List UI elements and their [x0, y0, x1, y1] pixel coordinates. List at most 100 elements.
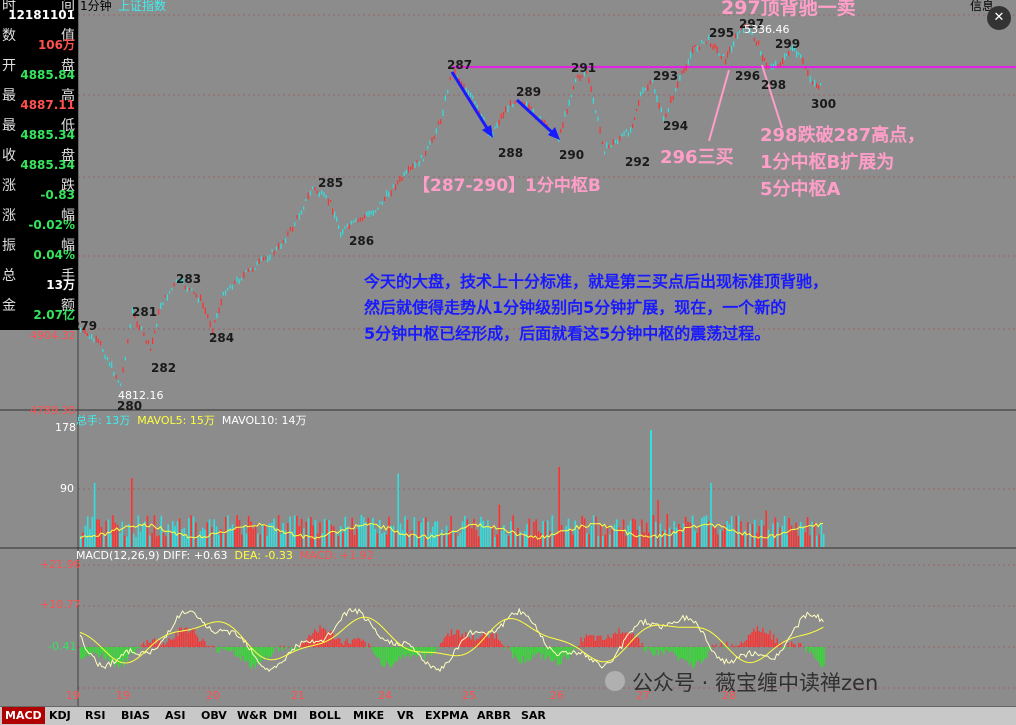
stock-chart[interactable]: 2792802812822832842852862872882892902912…: [0, 0, 1016, 706]
macd-bar: [687, 647, 688, 661]
price-candle: [540, 116, 541, 119]
volume-bar: [142, 524, 144, 547]
macd-bar: [381, 647, 382, 665]
volume-bar: [190, 515, 192, 547]
volume-bar: [384, 532, 386, 547]
price-candle: [303, 206, 304, 210]
price-candle: [239, 279, 240, 284]
price-candle: [375, 210, 376, 213]
volume-bar: [209, 519, 211, 547]
center-b-annotation: 【287-290】1分中枢B: [413, 174, 601, 198]
close-icon[interactable]: ✕: [987, 6, 1011, 30]
volume-bar: [92, 517, 94, 547]
volume-bar: [437, 521, 439, 547]
volume-bar: [457, 536, 459, 547]
indicator-tab-vr[interactable]: VR: [394, 707, 417, 724]
price-candle: [606, 142, 607, 148]
price-candle: [472, 95, 473, 99]
indicator-tab-kdj[interactable]: KDJ: [46, 707, 74, 724]
volume-bar: [121, 522, 123, 547]
volume-bar: [639, 526, 641, 547]
macd-bar: [496, 634, 497, 648]
macd-bar: [706, 647, 707, 658]
macd-bar: [309, 635, 310, 647]
price-candle: [401, 177, 402, 181]
macd-bar: [273, 647, 274, 653]
price-candle: [717, 46, 718, 53]
quote-row-label: 最: [2, 88, 16, 104]
price-candle: [800, 54, 801, 58]
volume-bar: [731, 516, 733, 547]
macd-bar: [474, 641, 475, 647]
wave-label: 288: [498, 146, 523, 160]
price-candle: [246, 270, 247, 273]
volume-bar: [119, 533, 121, 547]
indicator-tab-rsi[interactable]: RSI: [82, 707, 109, 724]
price-candle: [414, 162, 415, 168]
indicator-tab-obv[interactable]: OBV: [198, 707, 230, 724]
indicator-tab-bias[interactable]: BIAS: [118, 707, 153, 724]
volume-bar: [556, 534, 558, 547]
price-candle: [391, 190, 392, 196]
macd-bar: [667, 647, 668, 650]
indicator-tab-expma[interactable]: EXPMA: [422, 707, 472, 724]
volume-bar: [414, 517, 416, 547]
macd-bar: [280, 646, 281, 647]
volume-bar: [506, 534, 508, 547]
volume-bar: [715, 529, 717, 548]
volume-bar: [135, 537, 137, 547]
macd-bar: [793, 644, 794, 647]
indicator-tab-sar[interactable]: SAR: [518, 707, 549, 724]
volume-bar: [386, 535, 388, 547]
macd-bar: [265, 647, 266, 656]
price-candle: [236, 277, 237, 283]
price-candle: [673, 96, 674, 100]
indicator-tab-arbr[interactable]: ARBR: [474, 707, 514, 724]
price-candle: [198, 298, 199, 303]
macd-bar: [559, 647, 560, 665]
volume-bar: [395, 530, 397, 547]
macd-bar: [769, 630, 770, 647]
volume-bar: [795, 523, 797, 547]
indicator-tab-mike[interactable]: MIKE: [350, 707, 387, 724]
price-candle: [577, 75, 578, 79]
indicator-tab-wr[interactable]: W&R: [234, 707, 270, 724]
price-candle: [202, 302, 203, 309]
price-candle: [377, 208, 378, 210]
price-candle: [243, 272, 244, 279]
volume-bar: [577, 530, 579, 548]
macd-bar: [426, 647, 427, 654]
indicator-tab-boll[interactable]: BOLL: [306, 707, 344, 724]
volume-total-label: 总手: 13万: [76, 414, 130, 427]
macd-bar: [498, 640, 499, 648]
macd-bar: [636, 637, 637, 647]
indicator-tab-dmi[interactable]: DMI: [270, 707, 300, 724]
volume-bar: [699, 527, 701, 547]
indicator-tab-asi[interactable]: ASI: [162, 707, 189, 724]
volume-bar: [133, 534, 135, 547]
macd-bar: [561, 647, 562, 664]
price-candle: [544, 120, 545, 123]
price-candle: [334, 212, 335, 219]
volume-bar: [167, 524, 169, 547]
timeframe-label[interactable]: 1分钟: [80, 0, 112, 14]
price-candle: [694, 45, 695, 47]
price-candle: [510, 100, 511, 105]
quote-row-value: 2.07亿: [33, 309, 75, 322]
volume-bar: [322, 533, 324, 547]
price-candle: [116, 375, 117, 379]
macd-bar: [591, 635, 592, 647]
volume-bar: [236, 515, 238, 547]
macd-bar: [739, 645, 740, 647]
macd-bar: [744, 641, 745, 647]
volume-bar: [722, 531, 724, 547]
volume-bar: [296, 516, 298, 547]
indicator-tab-macd[interactable]: MACD: [2, 707, 45, 724]
break-note-line-1: 298跌破287高点，: [760, 124, 925, 148]
quote-row-value: -0.02%: [28, 219, 75, 232]
volume-bar: [340, 526, 342, 547]
macd-bar: [354, 639, 355, 648]
volume-bar: [430, 533, 432, 547]
price-candle: [608, 145, 609, 149]
price-candle: [89, 336, 90, 338]
